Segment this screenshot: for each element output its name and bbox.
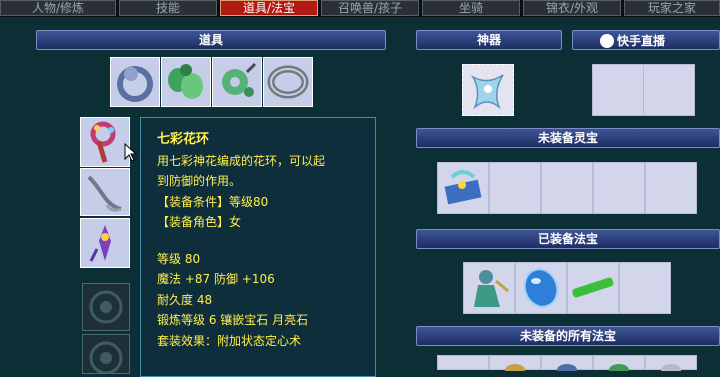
kuaishou-logo-icon bbox=[600, 34, 614, 48]
fabao-figure-icon bbox=[474, 270, 509, 307]
silver-ring-icon bbox=[267, 65, 309, 99]
unequipped-spirit-header: 未装备灵宝 bbox=[416, 128, 720, 148]
fabao-slot-2[interactable] bbox=[515, 262, 567, 314]
tooltip-effect: 套装效果：附加状态定心术 bbox=[157, 333, 302, 348]
artifact-slot-empty-2[interactable] bbox=[643, 64, 695, 116]
fabao-mirror-icon bbox=[523, 268, 559, 308]
unequipped-fabao-slot-4[interactable] bbox=[593, 355, 645, 376]
mouse-cursor-icon bbox=[124, 143, 138, 162]
item-slot-3[interactable] bbox=[212, 57, 262, 107]
equip-slot-1[interactable] bbox=[80, 117, 130, 167]
flower-wreath-icon bbox=[90, 121, 116, 163]
item-slot-2[interactable] bbox=[161, 57, 211, 107]
unequipped-fabao-slot-1[interactable] bbox=[437, 355, 489, 370]
unequipped-fabao-header: 未装备的所有法宝 bbox=[416, 326, 720, 346]
unequipped-fabao-slot-2[interactable] bbox=[489, 355, 541, 376]
tooltip-refine: 锻炼等级 6 镶嵌宝石 月亮石 bbox=[157, 313, 309, 327]
artifact-slot-empty-1[interactable] bbox=[592, 64, 644, 116]
artifact-crystal-icon bbox=[471, 74, 504, 110]
items-header: 道具 bbox=[36, 30, 386, 50]
tooltip-desc-2: 到防御的作用。 bbox=[157, 174, 242, 188]
tab-mount[interactable]: 坐骑 bbox=[422, 0, 520, 16]
equipped-fabao-header: 已装备法宝 bbox=[416, 229, 720, 249]
unequipped-fabao-slot-3[interactable] bbox=[541, 355, 593, 376]
bracelet-icon bbox=[117, 66, 153, 102]
item-slot-1[interactable] bbox=[110, 57, 160, 107]
slot-emblem-icon bbox=[89, 290, 123, 324]
fabao-slot-4[interactable] bbox=[619, 262, 671, 314]
equip-slot-2[interactable] bbox=[80, 168, 130, 216]
empty-slot-1[interactable] bbox=[82, 283, 130, 331]
fabao-item-icon bbox=[505, 364, 525, 376]
tab-appearance[interactable]: 锦衣/外观 bbox=[523, 0, 621, 16]
tooltip-level: 等级 80 bbox=[157, 251, 201, 266]
fabao-slot-1[interactable] bbox=[463, 262, 515, 314]
fabao-item-icon bbox=[661, 364, 681, 376]
fabao-item-icon bbox=[557, 364, 577, 376]
item-tooltip: 七彩花环 用七彩神花编成的花环，可以起 到防御的作用。 【装备条件】等级80 【… bbox=[140, 117, 376, 377]
spirit-slot-2[interactable] bbox=[489, 162, 541, 214]
tab-summons[interactable]: 召唤兽/孩子 bbox=[321, 0, 419, 16]
tooltip-req-level: 【装备条件】等级80 bbox=[157, 194, 269, 209]
artifact-slot[interactable] bbox=[462, 64, 514, 116]
silver-hook-icon bbox=[87, 175, 122, 212]
watermark-logo: 快手直播 bbox=[600, 32, 700, 50]
fabao-jade-bar-icon bbox=[572, 277, 614, 298]
tooltip-desc-1: 用七彩神花编成的花环，可以起 bbox=[157, 153, 326, 168]
tab-items-fabao[interactable]: 道具/法宝 bbox=[220, 0, 318, 16]
tab-player-home[interactable]: 玩家之家 bbox=[624, 0, 720, 16]
tab-bar: 人物/修炼 技能 道具/法宝 召唤兽/孩子 坐骑 锦衣/外观 玩家之家 bbox=[0, 0, 720, 17]
tooltip-stats: 魔法 +87 防御 +106 bbox=[157, 272, 275, 286]
spirit-slot-1[interactable] bbox=[437, 162, 489, 214]
tab-character[interactable]: 人物/修炼 bbox=[0, 0, 116, 16]
spirit-slot-4[interactable] bbox=[593, 162, 645, 214]
fabao-item-icon bbox=[609, 364, 629, 376]
empty-slot-2[interactable] bbox=[82, 334, 130, 375]
tab-skills[interactable]: 技能 bbox=[119, 0, 217, 16]
artifact-header: 神器 bbox=[416, 30, 562, 50]
tooltip-req-role: 【装备角色】女 bbox=[157, 215, 242, 229]
tooltip-spacer bbox=[157, 233, 359, 249]
spirit-slot-3[interactable] bbox=[541, 162, 593, 214]
equip-slot-3[interactable] bbox=[80, 218, 130, 268]
tooltip-item-name: 七彩花环 bbox=[157, 132, 210, 147]
jade-flower-icon bbox=[168, 64, 203, 99]
spirit-slot-5[interactable] bbox=[645, 162, 697, 214]
fabao-slot-3[interactable] bbox=[567, 262, 619, 314]
tooltip-durability: 耐久度 48 bbox=[157, 292, 213, 307]
purple-charm-icon bbox=[89, 225, 111, 262]
spirit-book-icon bbox=[444, 170, 482, 205]
slot-emblem-icon bbox=[89, 341, 123, 375]
item-slot-4[interactable] bbox=[263, 57, 313, 107]
unequipped-fabao-slot-5[interactable] bbox=[645, 355, 697, 376]
jade-pendant-icon bbox=[222, 62, 257, 97]
